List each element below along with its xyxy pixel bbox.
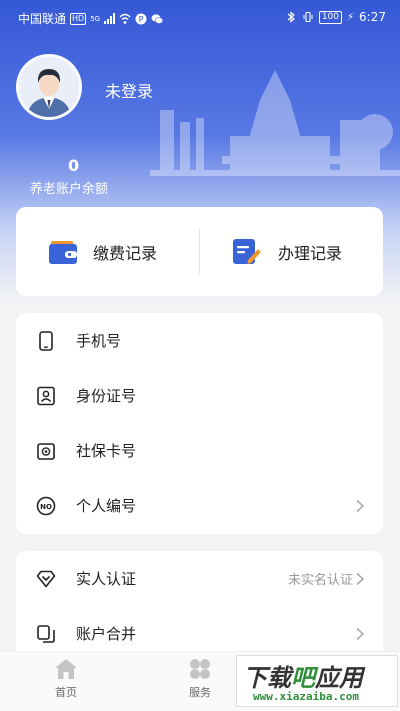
city-skyline-illustration [150,70,400,176]
chevron-right-icon [356,572,365,585]
chevron-right-icon [356,627,365,640]
payment-records-button[interactable]: 缴费记录 [49,207,157,296]
wallet-icon [49,240,77,264]
watermark-brand-part3: 应用 [315,664,363,692]
tab-service-label: 服务 [189,686,211,699]
personal-info-card: 手机号 身份证号 社保卡号 NO 个人编号 [16,313,383,534]
watermark-brand-part1: 下载 [243,664,291,692]
verify-icon [36,570,56,587]
watermark-brand-part2: 吧 [291,664,315,692]
battery-icon: 100 [318,10,343,24]
account-card: 实人认证 未实名认证 账户合并 [16,551,383,661]
merge-icon [37,624,55,643]
charging-icon: ⚡ [347,11,355,23]
wifi-icon [119,13,131,24]
list-item-phone[interactable]: 手机号 [16,313,383,368]
document-edit-icon [233,238,261,264]
signal-icon [104,13,116,24]
watermark-site: www.xiazaiba.com [253,690,359,703]
social-security-card-icon [37,442,55,460]
balance-label: 养老账户余额 [30,182,109,197]
list-item-label: 社保卡号 [76,442,137,460]
list-item-label: 账户合并 [76,625,137,643]
watermark-brand: 下载吧应用 [243,658,363,693]
site-watermark: 下载吧应用 www.xiazaiba.com [236,655,398,707]
balance-value: 0 [68,156,80,175]
carrier-name: 中国联通 [18,12,67,26]
chevron-right-icon [356,499,365,512]
list-item-real-name-verification[interactable]: 实人认证 未实名认证 [16,551,383,606]
bluetooth-icon [287,11,295,23]
list-item-id-card[interactable]: 身份证号 [16,368,383,423]
list-item-social-security-card[interactable]: 社保卡号 [16,423,383,478]
clock: 6:27 [359,10,386,24]
payment-records-label: 缴费记录 [93,243,158,263]
handling-records-label: 办理记录 [278,243,343,263]
hd-badge: HD [70,12,87,25]
records-card: 缴费记录 办理记录 [16,207,383,296]
list-item-label: 手机号 [76,332,122,350]
svg-text:P: P [139,15,144,24]
app-notification-icon: P [135,13,147,24]
list-item-label: 身份证号 [76,387,137,405]
status-bar: 中国联通 HD 5G P 100 ⚡ 6:27 [0,0,400,34]
phone-icon [39,330,53,351]
id-card-icon [37,386,55,405]
user-avatar-icon [19,57,79,117]
service-grid-icon [190,659,210,679]
list-item-label: 实人认证 [76,570,137,588]
tab-home-label: 首页 [55,686,77,699]
login-status[interactable]: 未登录 [105,78,153,102]
wechat-icon [151,13,164,24]
verification-status: 未实名认证 [287,573,353,588]
vibrate-icon [303,11,313,23]
handling-records-button[interactable]: 办理记录 [232,207,342,296]
list-item-personal-number[interactable]: NO 个人编号 [16,478,383,533]
avatar[interactable] [16,54,82,120]
tab-service[interactable]: 服务 [170,658,230,700]
network-type: 5G [90,14,101,23]
number-icon: NO [36,496,56,515]
list-item-label: 个人编号 [76,497,137,515]
svg-text:NO: NO [40,503,52,511]
tab-home[interactable]: 首页 [36,658,96,700]
divider [199,229,200,274]
home-icon [55,659,77,679]
